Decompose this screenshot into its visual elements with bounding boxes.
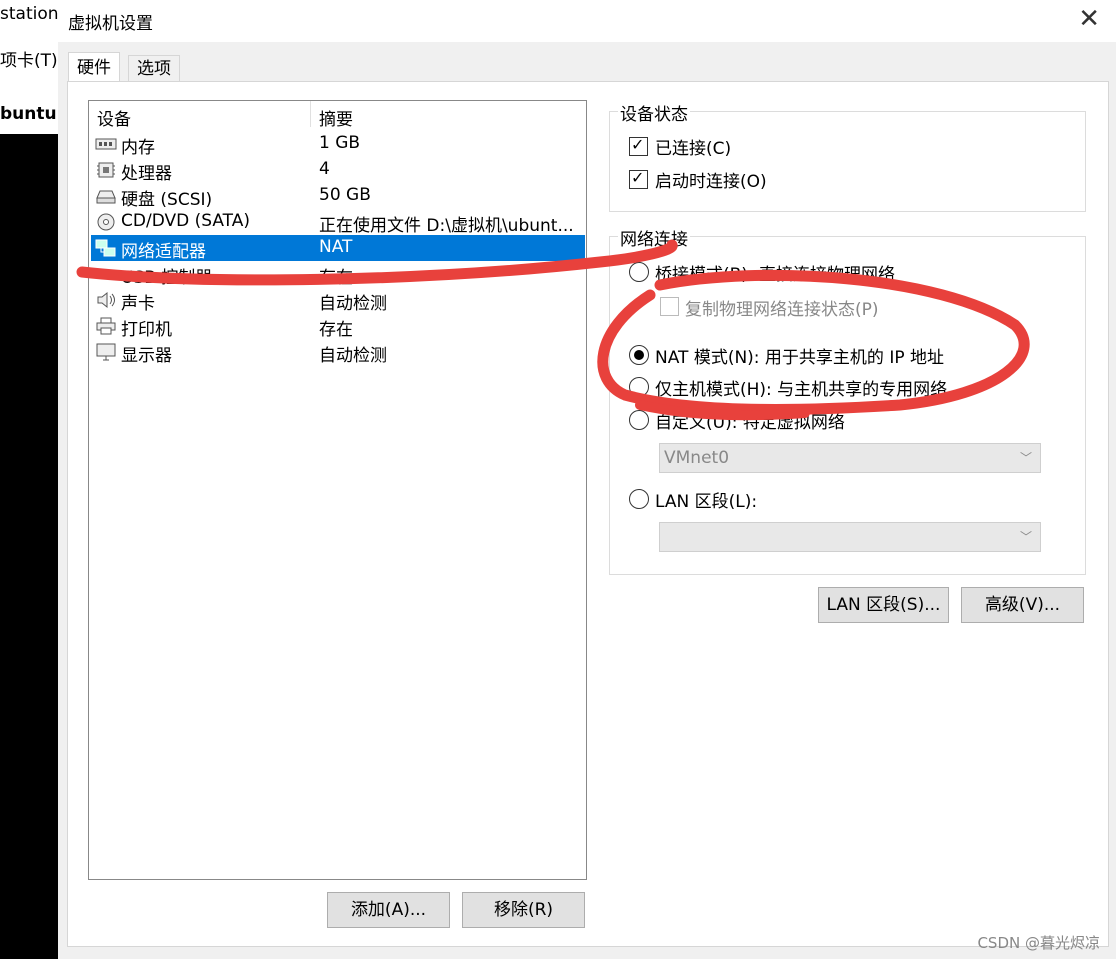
- bridged-radio[interactable]: [629, 262, 649, 282]
- device-name: 处理器: [121, 164, 172, 184]
- lan-segment-radio[interactable]: [629, 489, 649, 509]
- background-app-area: [0, 0, 58, 959]
- checkmark-icon: ✓: [631, 168, 645, 187]
- processor-icon: [97, 162, 115, 178]
- memory-icon: [95, 138, 117, 150]
- custom-network-select: VMnet0 ﹀: [659, 443, 1041, 473]
- background-app-title: station: [0, 4, 58, 24]
- bridged-label[interactable]: 桥接模式(B): 直接连接物理网络: [655, 260, 895, 285]
- device-name: 硬盘 (SCSI): [121, 190, 213, 210]
- remove-device-button[interactable]: 移除(R): [462, 892, 585, 928]
- device-summary: 1 GB: [319, 133, 361, 153]
- host-only-radio[interactable]: [629, 377, 649, 397]
- device-row-display[interactable]: 显示器 自动检测: [91, 339, 585, 366]
- device-row-cd-dvd[interactable]: CD/DVD (SATA) 正在使用文件 D:\虚拟机\ubunt...: [91, 209, 585, 236]
- connect-at-power-on-checkbox[interactable]: ✓: [629, 168, 648, 189]
- custom-network-value: VMnet0: [664, 448, 730, 468]
- custom-label[interactable]: 自定义(U): 特定虚拟网络: [655, 408, 845, 433]
- vm-settings-dialog: 虚拟机设置 ✕ 硬件 选项 设备 摘要 内存 1 GB 处理器 4 硬盘 (SC…: [58, 0, 1116, 959]
- device-summary: NAT: [319, 237, 353, 257]
- connect-at-power-on-label[interactable]: 启动时连接(O): [655, 167, 767, 192]
- radio-selected-dot: [634, 350, 644, 360]
- background-app-tab: buntu s: [0, 104, 58, 124]
- close-icon[interactable]: ✕: [1078, 6, 1100, 32]
- device-row-printer[interactable]: 打印机 存在: [91, 313, 585, 340]
- device-name: 网络适配器: [121, 242, 206, 262]
- device-summary: 4: [319, 159, 330, 179]
- device-status-group: 设备状态 ✓ 已连接(C) ✓ 启动时连接(O): [609, 100, 1086, 212]
- checkmark-icon: ✓: [631, 135, 645, 154]
- watermark: CSDN @暮光烬凉: [977, 934, 1100, 952]
- device-name: CD/DVD (SATA): [121, 211, 250, 231]
- chevron-down-icon: ﹀: [1019, 451, 1032, 465]
- lan-segments-button[interactable]: LAN 区段(S)...: [818, 587, 949, 623]
- add-device-button[interactable]: 添加(A)...: [327, 892, 450, 928]
- nat-label[interactable]: NAT 模式(N): 用于共享主机的 IP 地址: [655, 343, 944, 368]
- monitor-icon: [96, 343, 116, 361]
- dialog-titlebar: 虚拟机设置 ✕: [58, 0, 1116, 42]
- advanced-button[interactable]: 高级(V)...: [961, 587, 1084, 623]
- usb-controller-icon: [97, 269, 115, 279]
- background-app-menu: 项卡(T): [0, 51, 58, 71]
- device-row-hard-disk[interactable]: 硬盘 (SCSI) 50 GB: [91, 183, 585, 210]
- device-summary: 存在: [319, 268, 353, 288]
- hardware-panel: 设备 摘要 内存 1 GB 处理器 4 硬盘 (SCSI) 50 GB CD/D…: [67, 81, 1109, 947]
- device-row-usb-controller[interactable]: USB 控制器 存在: [91, 261, 585, 288]
- device-name: 打印机: [121, 320, 172, 340]
- host-only-label[interactable]: 仅主机模式(H): 与主机共享的专用网络: [655, 375, 947, 400]
- custom-radio[interactable]: [629, 410, 649, 430]
- replicate-state-label: 复制物理网络连接状态(P): [685, 300, 879, 320]
- cd-dvd-icon: [97, 213, 115, 231]
- column-header-summary[interactable]: 摘要: [319, 105, 353, 130]
- tab-hardware[interactable]: 硬件: [68, 52, 120, 83]
- device-summary: 自动检测: [319, 294, 387, 314]
- device-status-label: 设备状态: [618, 100, 690, 125]
- network-connection-group: 网络连接 桥接模式(B): 直接连接物理网络 复制物理网络连接状态(P) NAT…: [609, 225, 1086, 575]
- lan-segment-select: ﹀: [659, 522, 1041, 552]
- column-divider[interactable]: [310, 101, 311, 127]
- printer-icon: [96, 317, 116, 335]
- connected-checkbox[interactable]: ✓: [629, 135, 648, 156]
- device-row-memory[interactable]: 内存 1 GB: [91, 131, 585, 158]
- connected-label[interactable]: 已连接(C): [655, 134, 731, 159]
- device-name: 内存: [121, 138, 155, 158]
- speaker-icon: [97, 291, 115, 309]
- device-row-sound-card[interactable]: 声卡 自动检测: [91, 287, 585, 314]
- chevron-down-icon: ﹀: [1019, 530, 1032, 544]
- lan-segment-label[interactable]: LAN 区段(L):: [655, 487, 757, 512]
- device-name: USB 控制器: [121, 268, 213, 288]
- nat-radio[interactable]: [629, 345, 649, 365]
- background-app-header: station 项卡(T) buntu s: [0, 0, 58, 134]
- column-header-device[interactable]: 设备: [97, 105, 131, 130]
- network-adapter-icon: [95, 239, 116, 257]
- dialog-title: 虚拟机设置: [68, 14, 153, 34]
- device-summary: 自动检测: [319, 346, 387, 366]
- device-name: 声卡: [121, 294, 155, 314]
- device-name: 显示器: [121, 346, 172, 366]
- hard-disk-icon: [96, 190, 116, 204]
- device-list[interactable]: 设备 摘要 内存 1 GB 处理器 4 硬盘 (SCSI) 50 GB CD/D…: [88, 100, 587, 880]
- device-row-network-adapter[interactable]: 网络适配器 NAT: [91, 235, 585, 262]
- network-connection-label: 网络连接: [618, 225, 690, 250]
- device-summary: 存在: [319, 320, 353, 340]
- device-row-processor[interactable]: 处理器 4: [91, 157, 585, 184]
- tab-options[interactable]: 选项: [128, 55, 180, 82]
- device-summary: 正在使用文件 D:\虚拟机\ubunt...: [319, 216, 574, 236]
- device-summary: 50 GB: [319, 185, 371, 205]
- replicate-state-checkbox: [660, 297, 679, 316]
